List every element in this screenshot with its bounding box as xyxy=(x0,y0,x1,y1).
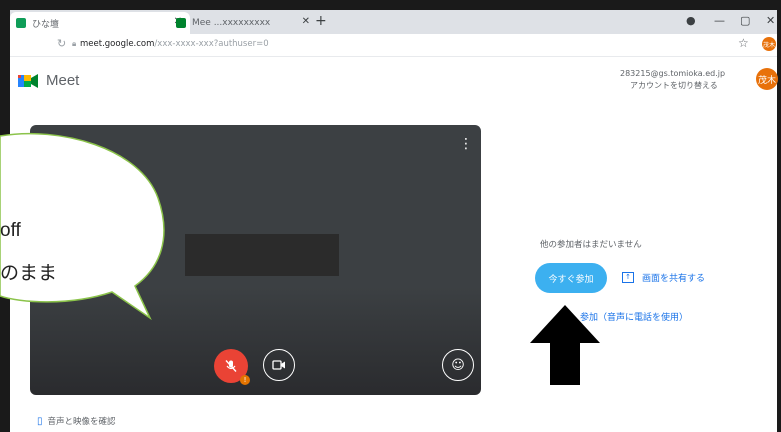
tab-favicon-icon xyxy=(16,18,26,28)
new-tab-button[interactable]: + xyxy=(315,13,327,29)
url-field[interactable]: meet.google.com/xxx-xxxx-xxx?authuser=0 xyxy=(80,39,269,49)
switch-account-link[interactable]: アカウントを切り替える xyxy=(630,80,718,91)
tab-bar: ひな壇 ✕ Mee ...xxxxxxxxx ✕ + ● — ▢ ✕ xyxy=(10,10,777,34)
account-avatar[interactable]: 茂木 xyxy=(756,68,778,90)
redacted-area xyxy=(185,234,339,276)
close-tab-icon[interactable]: ✕ xyxy=(302,16,310,27)
present-label: 画面を共有する xyxy=(642,274,706,284)
lock-icon[interactable]: 🔒︎ xyxy=(72,39,76,49)
mic-toggle-button[interactable]: ! xyxy=(214,349,250,385)
camera-toggle-button[interactable] xyxy=(263,349,295,381)
url-path: /xxx-xxxx-xxx?authuser=0 xyxy=(154,39,269,49)
no-participants-text: 他の参加者はまだいません xyxy=(540,240,642,250)
tab-title: Mee ...xxxxxxxxx xyxy=(192,18,271,28)
minimize-icon[interactable]: — xyxy=(714,14,725,27)
profile-icon[interactable]: ● xyxy=(686,14,696,27)
mic-off-icon xyxy=(225,360,237,372)
check-audio-video-link[interactable]: ▯ 音声と映像を確認 xyxy=(37,415,116,428)
meet-favicon-icon xyxy=(176,18,186,28)
profile-avatar[interactable]: 茂木 xyxy=(762,37,776,51)
app-title: Meet xyxy=(46,72,80,89)
callout-text-off: off xyxy=(0,220,21,241)
address-bar: ↻ 🔒︎ meet.google.com/xxx-xxxx-xxx?authus… xyxy=(10,34,777,57)
meet-logo-icon xyxy=(18,74,38,88)
join-now-button[interactable]: 今すぐ参加 xyxy=(535,263,607,293)
url-host: meet.google.com xyxy=(80,39,155,49)
present-icon: ↑ xyxy=(622,272,634,283)
close-window-icon[interactable]: ✕ xyxy=(766,14,775,27)
callout-text-keep: のまま xyxy=(0,262,58,284)
reload-icon[interactable]: ↻ xyxy=(57,37,66,50)
more-options-icon[interactable]: ⋮ xyxy=(459,137,473,151)
window-frame-top xyxy=(0,0,781,10)
visual-effects-button[interactable]: ☺ xyxy=(442,349,474,381)
callout-bubble xyxy=(0,132,165,321)
bookmark-star-icon[interactable]: ☆ xyxy=(738,36,749,50)
window-frame-right xyxy=(777,0,781,432)
tab-active[interactable]: ひな壇 ✕ xyxy=(10,12,190,34)
audio-check-icon: ▯ xyxy=(37,415,43,427)
tab-meet[interactable]: Mee ...xxxxxxxxx ✕ xyxy=(168,12,318,34)
audio-check-label: 音声と映像を確認 xyxy=(47,417,116,427)
account-email: 283215@gs.tomioka.ed.jp xyxy=(620,69,726,78)
camera-icon xyxy=(272,360,285,370)
present-button[interactable]: ↑ 画面を共有する xyxy=(622,271,705,284)
warning-badge-icon: ! xyxy=(240,375,250,385)
tab-title: ひな壇 xyxy=(32,19,60,30)
effects-icon: ☺ xyxy=(451,357,465,373)
pointer-arrow-icon xyxy=(530,305,600,385)
maximize-icon[interactable]: ▢ xyxy=(740,14,750,27)
